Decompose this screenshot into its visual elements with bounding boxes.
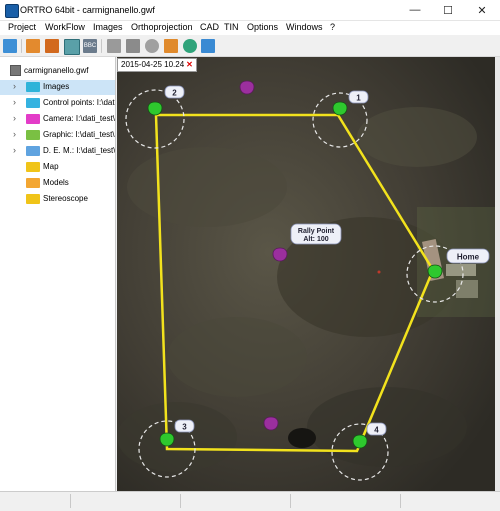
tree-item-label: Images xyxy=(43,82,70,91)
chevron-right-icon[interactable]: › xyxy=(13,113,16,123)
document-tab[interactable]: 2015-04-25 10.24 ✕ xyxy=(117,58,197,72)
toolbar-separator xyxy=(101,39,102,53)
project-file-icon xyxy=(10,65,21,77)
tree-item-camera[interactable]: › Camera: I:\dati_test\Car xyxy=(0,112,115,127)
close-button[interactable]: ✕ xyxy=(465,0,499,20)
chevron-right-icon[interactable]: › xyxy=(13,145,16,155)
status-cell xyxy=(180,494,291,508)
menu-orthoprojection[interactable]: Orthoprojection xyxy=(131,22,193,32)
waypoint-2-label: 2 xyxy=(172,89,177,98)
waypoint-2-marker[interactable] xyxy=(147,101,163,116)
menu-tin[interactable]: TIN xyxy=(224,22,239,32)
waypoint-3-marker[interactable] xyxy=(159,432,175,447)
tab-close-icon[interactable]: ✕ xyxy=(186,60,193,69)
tree-item-label: Map xyxy=(43,162,59,171)
waypoint-4-marker[interactable] xyxy=(352,434,368,449)
tree-item-label: Control points: I:\dati_test\C xyxy=(43,98,116,107)
menu-project[interactable]: Project xyxy=(8,22,36,32)
maximize-button[interactable]: ☐ xyxy=(431,0,465,20)
home-marker[interactable] xyxy=(427,264,443,279)
menu-workflow[interactable]: WorkFlow xyxy=(45,22,85,32)
status-cell xyxy=(70,494,181,508)
map-folder-icon xyxy=(26,162,40,172)
tree-item-label: Models xyxy=(43,178,69,187)
status-cell xyxy=(0,494,71,508)
bbc-icon[interactable]: BBC xyxy=(83,39,97,53)
home-label: Home xyxy=(457,253,480,262)
chevron-right-icon[interactable]: › xyxy=(13,81,16,91)
satellite-map: 2 1 3 4 Rally Point Alt: 100 Home xyxy=(117,57,495,491)
tree-item-control-points[interactable]: › Control points: I:\dati_test\C xyxy=(0,96,115,111)
tree-root-label: carmignanello.gwf xyxy=(24,66,89,75)
menu-options[interactable]: Options xyxy=(247,22,278,32)
pond-shape xyxy=(288,428,316,448)
rally-marker[interactable] xyxy=(263,416,279,431)
waypoint-3-label: 3 xyxy=(182,423,187,432)
open-folder-icon[interactable] xyxy=(3,39,17,53)
status-bar xyxy=(0,491,500,511)
tree-item-graphic[interactable]: › Graphic: I:\dati_test\Car xyxy=(0,128,115,143)
camera-folder-icon xyxy=(26,114,40,124)
tree-root[interactable]: carmignanello.gwf xyxy=(10,65,89,77)
tree-item-stereoscope[interactable]: Stereoscope xyxy=(0,192,115,207)
menu-bar: Project WorkFlow Images Orthoprojection … xyxy=(0,21,500,35)
tree-item-label: Graphic: I:\dati_test\Car xyxy=(43,130,115,139)
menu-images[interactable]: Images xyxy=(93,22,123,32)
rally-marker[interactable] xyxy=(239,80,255,95)
tree-item-models[interactable]: Models xyxy=(0,176,115,191)
project-tree: carmignanello.gwf › Images › Control poi… xyxy=(0,57,116,491)
images-folder-icon xyxy=(26,82,40,92)
menu-windows[interactable]: Windows xyxy=(286,22,323,32)
red-dot-marker xyxy=(377,270,381,274)
dem-folder-icon xyxy=(26,146,40,156)
eye-icon[interactable] xyxy=(183,39,197,53)
waypoint-4-label: 4 xyxy=(374,426,379,435)
window-title: ORTRO 64bit - carmignanello.gwf xyxy=(20,5,155,15)
rally-point-altitude: Alt: 100 xyxy=(303,236,328,243)
app-logo-icon xyxy=(5,4,19,18)
chevron-right-icon[interactable]: › xyxy=(13,129,16,139)
models-folder-icon xyxy=(26,178,40,188)
tools-icon[interactable] xyxy=(164,39,178,53)
waypoint-1-label: 1 xyxy=(356,94,361,103)
rally-point-label: Rally Point xyxy=(298,228,335,235)
title-bar: ORTRO 64bit - carmignanello.gwf — ☐ ✕ xyxy=(0,0,500,21)
menu-cad[interactable]: CAD xyxy=(200,22,219,32)
status-cell xyxy=(290,494,401,508)
tree-item-map[interactable]: Map xyxy=(0,160,115,175)
chart-icon[interactable] xyxy=(126,39,140,53)
map-view[interactable]: 2 1 3 4 Rally Point Alt: 100 Home xyxy=(117,57,495,491)
toolbar-separator xyxy=(21,39,22,53)
tree-item-label: D. E. M.: I:\dati_test\Ca xyxy=(43,146,116,155)
tab-label: 2015-04-25 10.24 xyxy=(121,60,185,69)
panel-icon[interactable] xyxy=(201,39,215,53)
menu-help[interactable]: ? xyxy=(330,22,335,32)
tree-item-dem[interactable]: › D. E. M.: I:\dati_test\Ca xyxy=(0,144,115,159)
graphic-folder-icon xyxy=(26,130,40,140)
chevron-right-icon[interactable]: › xyxy=(13,97,16,107)
image-alt-icon[interactable] xyxy=(45,39,59,53)
play-icon[interactable] xyxy=(64,39,80,55)
tree-item-label: Stereoscope xyxy=(43,194,88,203)
toolbar: BBC xyxy=(0,36,500,57)
control-points-folder-icon xyxy=(26,98,40,108)
grid-icon[interactable] xyxy=(145,39,159,53)
map-scrollbar[interactable] xyxy=(495,57,500,491)
tree-item-images[interactable]: › Images xyxy=(0,80,115,95)
tree-item-label: Camera: I:\dati_test\Car xyxy=(43,114,116,123)
stereoscope-folder-icon xyxy=(26,194,40,204)
gray-box-icon[interactable] xyxy=(107,39,121,53)
rally-point-marker[interactable] xyxy=(272,247,288,262)
minimize-button[interactable]: — xyxy=(398,0,432,20)
image-icon[interactable] xyxy=(26,39,40,53)
waypoint-1-marker[interactable] xyxy=(332,101,348,116)
